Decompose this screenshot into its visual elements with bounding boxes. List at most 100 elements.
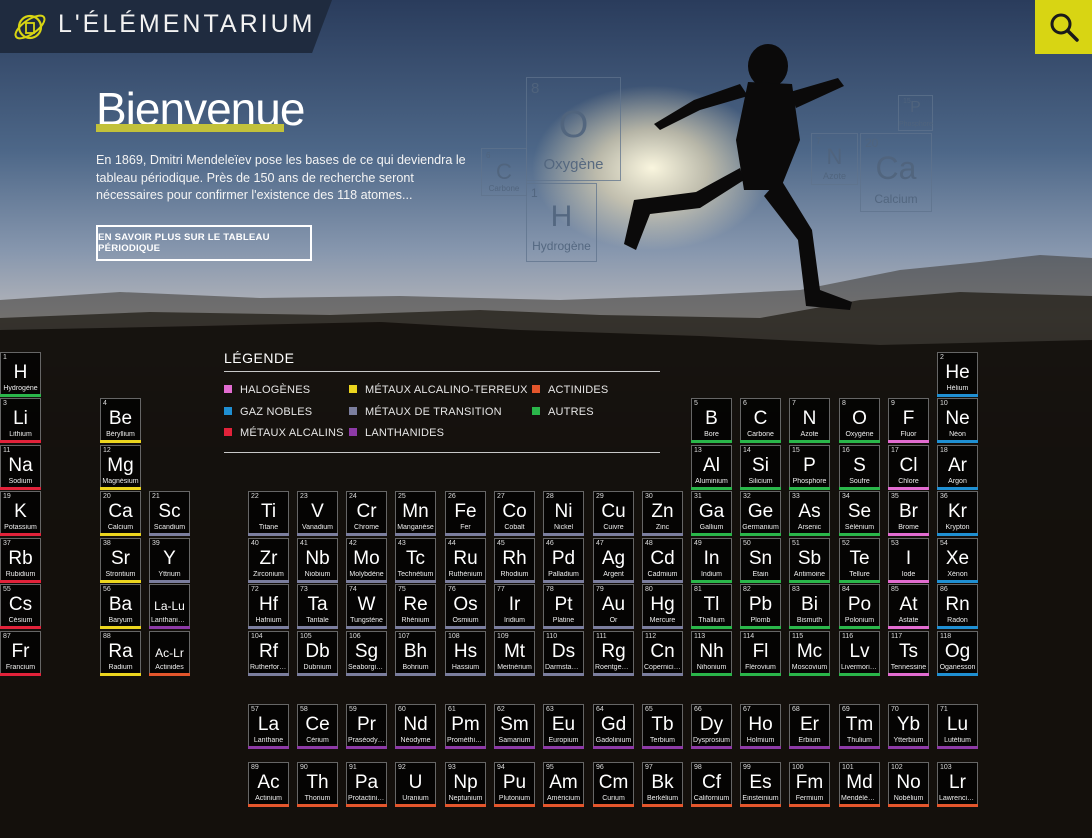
element-tile-mn[interactable]: 25 Mn Manganèse [395, 491, 436, 536]
element-tile-cs[interactable]: 55 Cs Césium [0, 584, 41, 629]
element-tile-ac-lr[interactable]: Ac-Lr Actinides [149, 631, 190, 676]
element-tile-cr[interactable]: 24 Cr Chrome [346, 491, 387, 536]
element-tile-k[interactable]: 19 K Potassium [0, 491, 41, 536]
legend-item[interactable]: AUTRES [532, 406, 594, 418]
element-tile-fr[interactable]: 87 Fr Francium [0, 631, 41, 676]
element-tile-yb[interactable]: 70 Yb Ytterbium [888, 704, 929, 749]
element-tile-nb[interactable]: 41 Nb Niobium [297, 538, 338, 583]
legend-item[interactable]: MÉTAUX ALCALINS [224, 427, 344, 439]
element-tile-mg[interactable]: 12 Mg Magnésium [100, 445, 141, 490]
element-tile-ta[interactable]: 73 Ta Tantale [297, 584, 338, 629]
element-tile-sn[interactable]: 50 Sn Étain [740, 538, 781, 583]
element-tile-zr[interactable]: 40 Zr Zirconium [248, 538, 289, 583]
legend-item[interactable]: MÉTAUX DE TRANSITION [349, 406, 502, 418]
element-tile-re[interactable]: 75 Re Rhénium [395, 584, 436, 629]
element-tile-er[interactable]: 68 Er Erbium [789, 704, 830, 749]
element-tile-ds[interactable]: 110Ds Darmstadtium [543, 631, 584, 676]
element-tile-eu[interactable]: 63 Eu Europium [543, 704, 584, 749]
element-tile-ni[interactable]: 28 Ni Nickel [543, 491, 584, 536]
element-tile-pr[interactable]: 59 Pr Praséodyme [346, 704, 387, 749]
element-tile-es[interactable]: 99 Es Einsteinium [740, 762, 781, 807]
element-tile-cd[interactable]: 48 Cd Cadmium [642, 538, 683, 583]
element-tile-tl[interactable]: 81 Tl Thallium [691, 584, 732, 629]
element-tile-ac[interactable]: 89 Ac Actinium [248, 762, 289, 807]
element-tile-at[interactable]: 85 At Astate [888, 584, 929, 629]
legend-item[interactable]: HALOGÈNES [224, 384, 310, 396]
element-tile-fl[interactable]: 114 Fl Flérovium [740, 631, 781, 676]
element-tile-ts[interactable]: 117 Ts Tennessine [888, 631, 929, 676]
element-tile-in[interactable]: 49 In Indium [691, 538, 732, 583]
element-tile-p[interactable]: 15 P Phosphore [789, 445, 830, 490]
element-tile-b[interactable]: 5 B Bore [691, 398, 732, 443]
element-tile-bk[interactable]: 97 Bk Berkélium [642, 762, 683, 807]
element-tile-sr[interactable]: 38 Sr Strontium [100, 538, 141, 583]
element-tile-mt[interactable]: 109 Mt Meitnérium [494, 631, 535, 676]
element-tile-og[interactable]: 118 Og Oganesson [937, 631, 978, 676]
element-tile-xe[interactable]: 54 Xe Xénon [937, 538, 978, 583]
element-tile-tc[interactable]: 43 Tc Technétium [395, 538, 436, 583]
element-tile-tb[interactable]: 65 Tb Terbium [642, 704, 683, 749]
element-tile-ge[interactable]: 32 Ge Germanium [740, 491, 781, 536]
element-tile-h[interactable]: 1 H Hydrogène [0, 352, 41, 397]
legend-item[interactable]: LANTHANIDES [349, 427, 444, 439]
element-tile-ca[interactable]: 20 Ca Calcium [100, 491, 141, 536]
element-tile-lv[interactable]: 116 Lv Livermorium [839, 631, 880, 676]
element-tile-rg[interactable]: 111Rg Roentgenium [593, 631, 634, 676]
element-tile-pb[interactable]: 82 Pb Plomb [740, 584, 781, 629]
element-tile-ar[interactable]: 18 Ar Argon [937, 445, 978, 490]
element-tile-i[interactable]: 53 I Iode [888, 538, 929, 583]
element-tile-md[interactable]: 101Md Mendélévium [839, 762, 880, 807]
element-tile-pm[interactable]: 61 Pm Prométhium [445, 704, 486, 749]
element-tile-bh[interactable]: 107 Bh Bohrium [395, 631, 436, 676]
element-tile-cu[interactable]: 29 Cu Cuivre [593, 491, 634, 536]
element-tile-u[interactable]: 92 U Uranium [395, 762, 436, 807]
element-tile-br[interactable]: 35 Br Brome [888, 491, 929, 536]
element-tile-ru[interactable]: 44 Ru Ruthénium [445, 538, 486, 583]
element-tile-ag[interactable]: 47 Ag Argent [593, 538, 634, 583]
element-tile-ra[interactable]: 88 Ra Radium [100, 631, 141, 676]
element-tile-la[interactable]: 57 La Lanthane [248, 704, 289, 749]
element-tile-v[interactable]: 23 V Vanadium [297, 491, 338, 536]
element-tile-he[interactable]: 2 He Hélium [937, 352, 978, 397]
learn-more-button[interactable]: EN SAVOIR PLUS SUR LE TABLEAU PÉRIODIQUE [96, 225, 312, 261]
element-tile-gd[interactable]: 64 Gd Gadolinium [593, 704, 634, 749]
element-tile-cm[interactable]: 96 Cm Curium [593, 762, 634, 807]
element-tile-nd[interactable]: 60 Nd Néodyme [395, 704, 436, 749]
element-tile-sg[interactable]: 106 Sg Seaborgium [346, 631, 387, 676]
element-tile-f[interactable]: 9 F Fluor [888, 398, 929, 443]
element-tile-as[interactable]: 33 As Arsenic [789, 491, 830, 536]
element-tile-n[interactable]: 7 N Azote [789, 398, 830, 443]
element-tile-ga[interactable]: 31 Ga Gallium [691, 491, 732, 536]
element-tile-co[interactable]: 27 Co Cobalt [494, 491, 535, 536]
element-tile-cn[interactable]: 112 Cn Copernicium [642, 631, 683, 676]
element-tile-pt[interactable]: 78 Pt Platine [543, 584, 584, 629]
element-tile-dy[interactable]: 66 Dy Dysprosium [691, 704, 732, 749]
element-tile-mc[interactable]: 115 Mc Moscovium [789, 631, 830, 676]
element-tile-bi[interactable]: 83 Bi Bismuth [789, 584, 830, 629]
element-tile-sb[interactable]: 51 Sb Antimoine [789, 538, 830, 583]
element-tile-cl[interactable]: 17 Cl Chlore [888, 445, 929, 490]
element-tile-y[interactable]: 39 Y Yttrium [149, 538, 190, 583]
element-tile-nh[interactable]: 113 Nh Nihonium [691, 631, 732, 676]
element-tile-rh[interactable]: 45 Rh Rhodium [494, 538, 535, 583]
search-button[interactable] [1035, 0, 1092, 54]
element-tile-si[interactable]: 14 Si Silicium [740, 445, 781, 490]
element-tile-fm[interactable]: 100 Fm Fermium [789, 762, 830, 807]
element-tile-ho[interactable]: 67 Ho Holmium [740, 704, 781, 749]
element-tile-be[interactable]: 4 Be Béryllium [100, 398, 141, 443]
element-tile-mo[interactable]: 42 Mo Molybdène [346, 538, 387, 583]
element-tile-fe[interactable]: 26 Fe Fer [445, 491, 486, 536]
element-tile-al[interactable]: 13 Al Aluminium [691, 445, 732, 490]
element-tile-rb[interactable]: 37 Rb Rubidium [0, 538, 41, 583]
element-tile-ba[interactable]: 56 Ba Baryum [100, 584, 141, 629]
element-tile-hf[interactable]: 72 Hf Hafnium [248, 584, 289, 629]
element-tile-th[interactable]: 90 Th Thorium [297, 762, 338, 807]
element-tile-np[interactable]: 93 Np Neptunium [445, 762, 486, 807]
element-tile-am[interactable]: 95 Am Américium [543, 762, 584, 807]
element-tile-ir[interactable]: 77 Ir Iridium [494, 584, 535, 629]
element-tile-kr[interactable]: 36 Kr Krypton [937, 491, 978, 536]
element-tile-no[interactable]: 102 No Nobélium [888, 762, 929, 807]
element-tile-la-lu[interactable]: La-Lu Lanthanides [149, 584, 190, 629]
element-tile-au[interactable]: 79 Au Or [593, 584, 634, 629]
element-tile-se[interactable]: 34 Se Sélénium [839, 491, 880, 536]
